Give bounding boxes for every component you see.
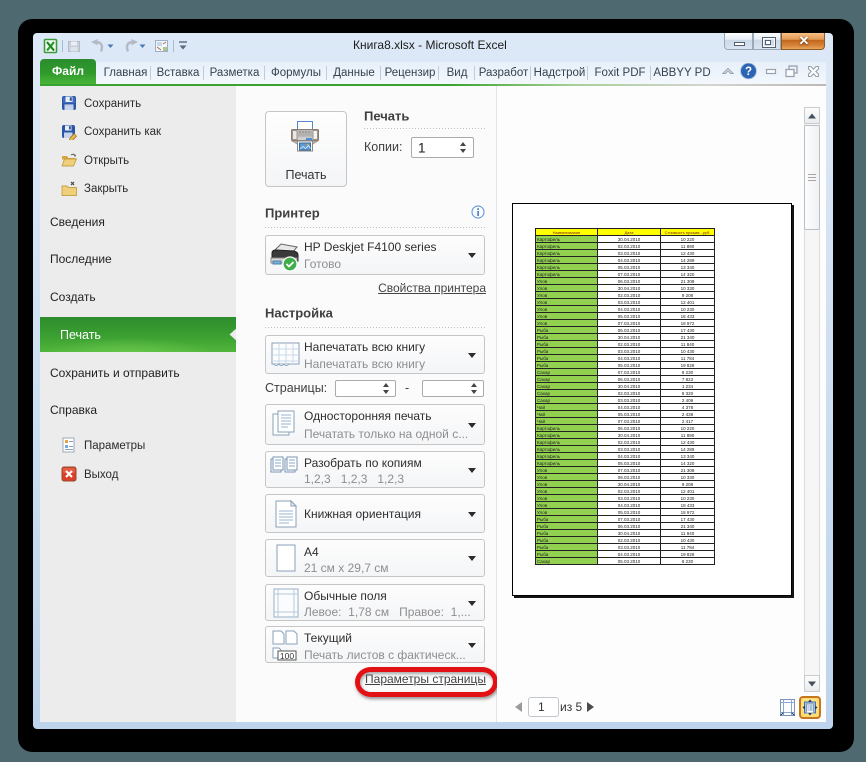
svg-text:100: 100 bbox=[280, 651, 294, 661]
svg-text:?: ? bbox=[745, 66, 752, 78]
